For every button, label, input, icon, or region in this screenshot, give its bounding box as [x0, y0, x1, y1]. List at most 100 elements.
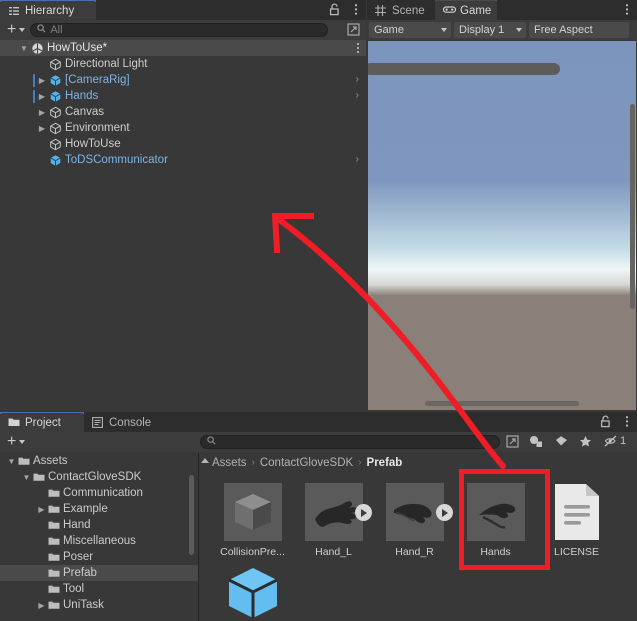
lock-icon[interactable] [329, 3, 340, 16]
display-dropdown[interactable]: Display 1 [454, 22, 526, 38]
hierarchy-row-directional-light[interactable]: Directional Light [0, 56, 366, 72]
folder-icon [48, 552, 63, 562]
tab-console[interactable]: Console [84, 413, 172, 432]
folder-icon [48, 536, 63, 546]
project-tree-label: Hand [63, 519, 91, 531]
folder-icon [48, 600, 63, 610]
preview-play-icon[interactable] [435, 504, 453, 521]
twisty-right-icon[interactable]: ▶ [35, 505, 48, 514]
hierarchy-row-environment[interactable]: ▶ Environment [0, 120, 366, 136]
asset-item[interactable] [212, 558, 293, 621]
kebab-menu-icon[interactable] [354, 3, 358, 16]
tab-project[interactable]: Project [0, 413, 84, 432]
folder-icon [48, 584, 63, 594]
breadcrumb-item-1[interactable]: ContactGloveSDK [260, 457, 353, 469]
twisty-down-icon[interactable]: ▼ [5, 457, 18, 466]
breadcrumb-up-icon[interactable] [201, 458, 209, 463]
breadcrumb-separator-icon: › [251, 457, 255, 468]
game-vertical-scrollbar[interactable] [630, 104, 635, 309]
project-tree-item-communication[interactable]: Communication [0, 485, 198, 501]
project-tree-item-miscellaneous[interactable]: Miscellaneous [0, 533, 198, 549]
asset-item[interactable]: CollisionPre... [212, 477, 293, 558]
gamepad-icon [442, 5, 457, 17]
breadcrumb-item-2[interactable]: Prefab [367, 457, 403, 469]
create-asset-button[interactable]: + [7, 434, 26, 450]
row-indent [0, 152, 36, 168]
scene-grid-icon [375, 4, 387, 17]
create-gameobject-button[interactable]: + [7, 22, 26, 38]
open-in-window-icon[interactable] [347, 23, 360, 36]
chevron-down-icon [441, 28, 447, 32]
filter-by-type-icon[interactable] [529, 435, 543, 448]
twisty-right-icon[interactable]: ▶ [36, 120, 48, 136]
asset-name-label: Hand_L [315, 546, 352, 558]
twisty-down-icon[interactable]: ▼ [18, 40, 30, 56]
text-document-thumb [548, 483, 606, 541]
twisty-right-icon[interactable]: ▶ [36, 104, 48, 120]
open-in-window-icon[interactable] [506, 435, 519, 448]
game-target-dropdown[interactable]: Game [369, 22, 451, 38]
breadcrumb[interactable]: Assets › ContactGloveSDK › Prefab [199, 453, 637, 472]
hierarchy-row-canvas[interactable]: ▶ Canvas [0, 104, 366, 120]
search-icon [207, 436, 216, 448]
project-tree-item-poser[interactable]: Poser [0, 549, 198, 565]
hierarchy-toolbar: + All [0, 20, 366, 40]
aspect-dropdown[interactable]: Free Aspect [529, 22, 629, 38]
hierarchy-row-howtouse[interactable]: HowToUse [0, 136, 366, 152]
open-prefab-chevron-icon[interactable]: › [356, 91, 359, 101]
breadcrumb-item-0[interactable]: Assets [212, 457, 247, 469]
asset-item[interactable]: Hand_R [374, 477, 455, 558]
project-tree-item-tool[interactable]: Tool [0, 581, 198, 597]
unity-editor-window: Hierarchy + All ▼ HowToUse* Directional … [0, 0, 637, 621]
chevron-down-icon [19, 440, 26, 444]
hierarchy-tree[interactable]: ▼ HowToUse* Directional Light ▶ [CameraRig] ›… [0, 40, 366, 411]
filter-by-label-icon[interactable] [555, 435, 568, 448]
lock-icon[interactable] [600, 415, 611, 428]
project-tree-item-contactglovesdk[interactable]: ▼ ContactGloveSDK [0, 469, 198, 485]
kebab-menu-icon[interactable] [625, 415, 629, 428]
project-tree-label: Assets [33, 455, 68, 467]
open-prefab-chevron-icon[interactable]: › [356, 75, 359, 85]
twisty-right-icon[interactable]: ▶ [36, 72, 48, 88]
gameobject-icon [48, 106, 62, 119]
project-search-input[interactable] [200, 435, 501, 449]
game-horizontal-scrollbar[interactable] [425, 401, 579, 406]
prefab-icon [48, 154, 62, 167]
tab-scene[interactable]: Scene [367, 1, 435, 20]
project-tree-label: Example [63, 503, 108, 515]
tab-game[interactable]: Game [435, 1, 497, 20]
twisty-right-icon[interactable]: ▶ [35, 601, 48, 610]
hierarchy-row-hands[interactable]: ▶ Hands › [0, 88, 366, 104]
folder-icon [8, 417, 20, 429]
project-tree-item-hand[interactable]: Hand [0, 517, 198, 533]
preview-play-icon[interactable] [354, 504, 372, 521]
hierarchy-search-input[interactable]: All [30, 23, 329, 37]
tab-hierarchy[interactable]: Hierarchy [0, 1, 96, 20]
open-prefab-chevron-icon[interactable]: › [356, 155, 359, 165]
favorites-star-icon[interactable] [579, 435, 592, 448]
asset-item[interactable]: Hand_L [293, 477, 374, 558]
game-render-surface[interactable] [368, 41, 636, 410]
project-folder-tree[interactable]: ▼ Assets ▼ ContactGloveSDK Communication ▶ Exa… [0, 453, 198, 621]
project-tree-item-assets[interactable]: ▼ Assets [0, 453, 198, 469]
hierarchy-row-todscommunicator[interactable]: ToDSCommunicator › [0, 152, 366, 168]
asset-grid[interactable]: CollisionPre... Hand_L Hand_R Hands LICENSE [212, 477, 637, 621]
hidden-packages-icon[interactable]: 1 [604, 435, 626, 447]
gameview-tabbar: Scene Game [367, 0, 637, 20]
tab-game-label: Game [460, 4, 492, 17]
kebab-menu-icon[interactable] [625, 3, 629, 16]
twisty-right-icon[interactable]: ▶ [36, 88, 48, 104]
project-tree-item-example[interactable]: ▶ Example [0, 501, 198, 517]
project-tree-item-unitask[interactable]: ▶ UniTask [0, 597, 198, 613]
twisty-down-icon[interactable]: ▼ [20, 473, 33, 482]
gameobject-icon [48, 122, 62, 135]
hierarchy-row-howtouse[interactable]: ▼ HowToUse* [0, 40, 366, 56]
hierarchy-row-camerarig[interactable]: ▶ [CameraRig] › [0, 72, 366, 88]
project-tree-item-prefab[interactable]: Prefab [0, 565, 198, 581]
folder-icon [48, 568, 63, 578]
scene-context-menu-icon[interactable] [356, 42, 360, 57]
tab-scene-label: Scene [392, 4, 425, 17]
